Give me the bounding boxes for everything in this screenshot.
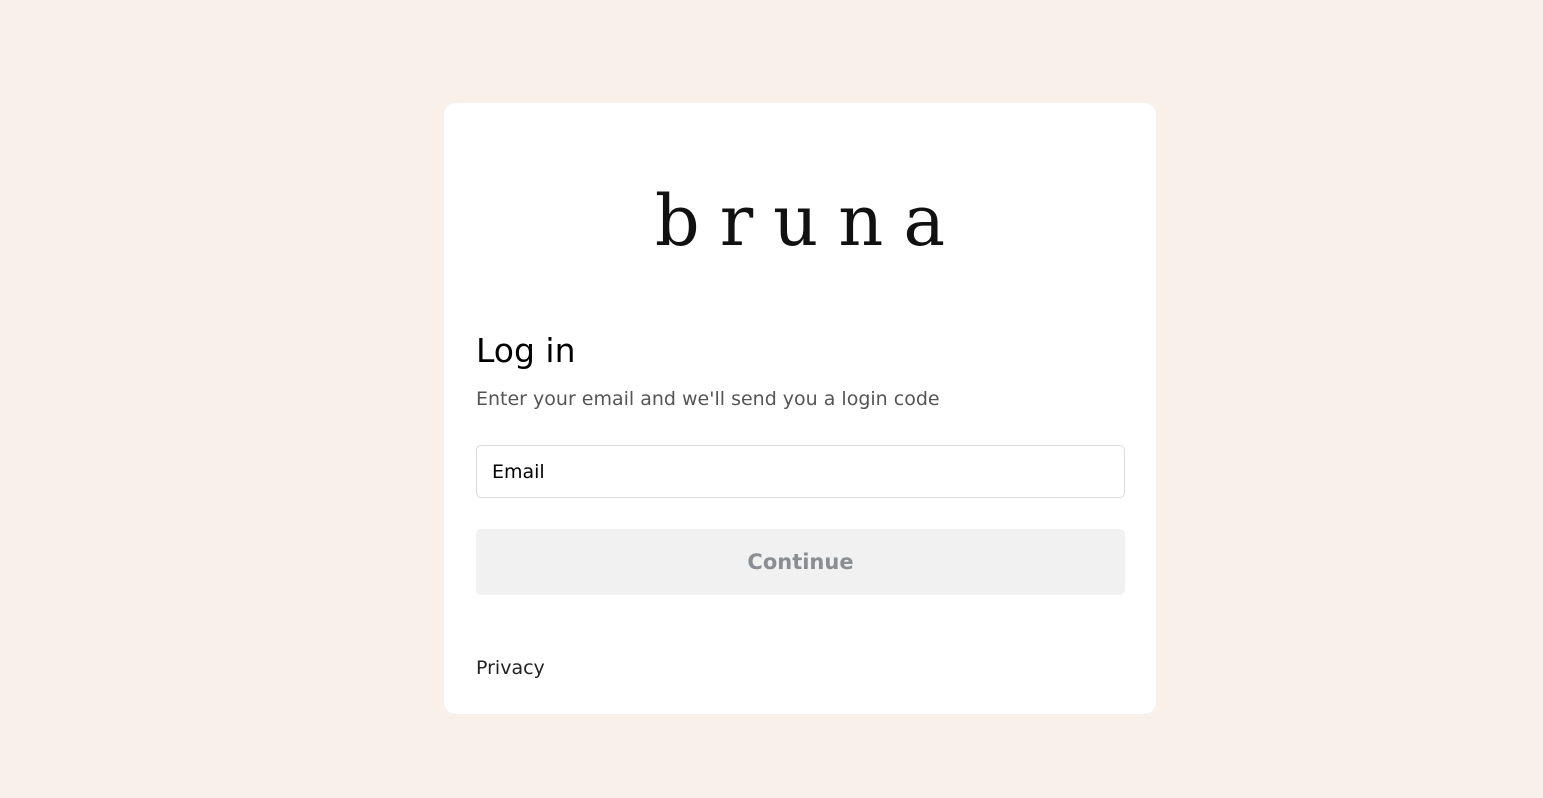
page-subtitle: Enter your email and we'll send you a lo… (476, 388, 940, 410)
privacy-link[interactable]: Privacy (476, 655, 545, 681)
login-card: bruna Log in Enter your email and we'll … (444, 103, 1156, 714)
email-field[interactable] (476, 445, 1125, 498)
bruna-logo: bruna (654, 180, 966, 262)
continue-button[interactable]: Continue (476, 529, 1125, 595)
page-title: Log in (476, 331, 576, 370)
